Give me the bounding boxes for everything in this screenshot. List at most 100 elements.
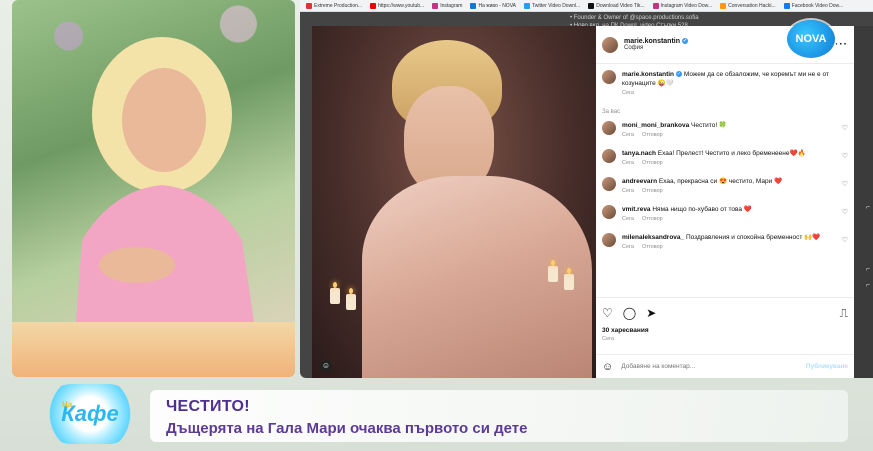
caption-timestamp: Сега bbox=[622, 90, 634, 96]
reply-button[interactable]: Отговор bbox=[642, 132, 663, 138]
comment-item: andreevarn Ехаа, прекрасна си 😍 честито,… bbox=[602, 177, 848, 194]
comment-text: vmit.reva Няма нищо по-хубаво от това ❤️ bbox=[622, 205, 832, 214]
comment-body: Ехаа, прекрасна си 😍 честито, Мари ❤️ bbox=[658, 178, 783, 185]
bookmark-label: На живо - NOVA bbox=[478, 2, 516, 9]
add-comment-bar: ☺ Публикуване bbox=[596, 354, 854, 378]
comment-meta: Сега Отговор bbox=[622, 188, 832, 194]
comment-author[interactable]: milenaleksandrova_ bbox=[622, 234, 684, 241]
candle bbox=[346, 288, 356, 310]
bookmark-item[interactable]: Extreme Production... bbox=[306, 2, 363, 9]
comment-author[interactable]: moni_moni_brankova bbox=[622, 122, 689, 129]
candle bbox=[330, 282, 340, 304]
emoji-icon[interactable]: ☺ bbox=[602, 361, 613, 373]
studio-table bbox=[12, 322, 295, 377]
comment-input[interactable] bbox=[621, 363, 792, 370]
reply-button[interactable]: Отговор bbox=[642, 160, 663, 166]
favicon-icon bbox=[524, 2, 530, 9]
avatar[interactable] bbox=[602, 233, 616, 247]
reply-button[interactable]: Отговор bbox=[642, 216, 663, 222]
comment-body: Честито! 🍀 bbox=[691, 122, 728, 129]
avatar[interactable] bbox=[602, 36, 618, 53]
action-icons: ♡ ◯ ➤ ⎍ bbox=[602, 306, 848, 321]
host-video-panel bbox=[12, 0, 295, 377]
user-tag-icon[interactable]: ☺ bbox=[320, 360, 332, 372]
reply-button[interactable]: Отговор bbox=[642, 244, 663, 250]
reply-button[interactable]: Отговор bbox=[642, 188, 663, 194]
post-photo[interactable]: ☺ bbox=[312, 26, 596, 378]
bookmark-item[interactable]: Instagram bbox=[432, 2, 462, 9]
comment-like-heart-icon[interactable]: ♡ bbox=[842, 124, 848, 132]
bookmarks-bar: Extreme Production... https://www.youtub.… bbox=[300, 0, 873, 12]
share-send-icon[interactable]: ➤ bbox=[646, 306, 656, 321]
comment-item: tanya.nach Ехаа! Прелест! Честито и леко… bbox=[602, 149, 848, 166]
sidebar-icon: ⌐ bbox=[865, 204, 870, 211]
publish-button[interactable]: Публикуване bbox=[806, 363, 848, 370]
bookmark-label: Extreme Production... bbox=[314, 2, 363, 9]
comment-timestamp: Сега bbox=[622, 244, 634, 250]
comment-item: moni_moni_brankova Честито! 🍀 Сега Отговор… bbox=[602, 121, 848, 138]
post-location[interactable]: София bbox=[624, 45, 688, 51]
comment-like-heart-icon[interactable]: ♡ bbox=[842, 152, 848, 160]
avatar[interactable] bbox=[602, 205, 616, 219]
bookmark-label: https://www.youtub... bbox=[378, 2, 425, 9]
bookmark-icon[interactable]: ⎍ bbox=[840, 306, 848, 321]
comment-bubble-icon[interactable]: ◯ bbox=[623, 306, 636, 321]
comment-meta: Сега Отговор bbox=[622, 132, 832, 138]
like-count[interactable]: 30 харесвания bbox=[602, 327, 848, 334]
comment-list: moni_moni_brankova Честито! 🍀 Сега Отговор… bbox=[602, 121, 848, 250]
avatar[interactable] bbox=[602, 70, 616, 84]
post-actions: ♡ ◯ ➤ ⎍ 30 харесвания Сега bbox=[596, 297, 854, 342]
bookmark-item[interactable]: https://www.youtub... bbox=[370, 2, 425, 9]
page-scroll-area: ⌐ ⌐ ⌐ bbox=[854, 26, 873, 378]
sidebar-icon: ⌐ bbox=[865, 282, 870, 289]
comment-like-heart-icon[interactable]: ♡ bbox=[842, 236, 848, 244]
section-label: За вас bbox=[602, 109, 621, 115]
bio-line: • Founder & Owner of @space.productions.… bbox=[570, 15, 699, 21]
bookmark-label: Download Video Tik... bbox=[596, 2, 645, 9]
avatar[interactable] bbox=[602, 121, 616, 135]
post-caption: marie.konstantin ✓ Можем да се обзаложим,… bbox=[602, 70, 848, 96]
comment-body: Ехаа! Прелест! Честито и леко бременеене… bbox=[657, 150, 806, 157]
comment-timestamp: Сега bbox=[622, 216, 634, 222]
bookmark-item[interactable]: Conversation Hacki... bbox=[720, 2, 776, 9]
like-heart-icon[interactable]: ♡ bbox=[602, 306, 613, 321]
browser-window: Extreme Production... https://www.youtub.… bbox=[300, 0, 873, 378]
headline: ЧЕСТИТО! bbox=[166, 398, 250, 415]
caption-text: marie.konstantin ✓ Можем да се обзаложим,… bbox=[622, 70, 848, 88]
comment-meta: Сега Отговор bbox=[622, 160, 832, 166]
comments-section: marie.konstantin ✓ Можем да се обзаложим,… bbox=[596, 64, 854, 250]
comment-author[interactable]: tanya.nach bbox=[622, 150, 656, 157]
comment-like-heart-icon[interactable]: ♡ bbox=[842, 180, 848, 188]
subheadline: Дъщерята на Гала Мари очаква първото си … bbox=[166, 420, 528, 437]
bookmark-item[interactable]: Download Video Tik... bbox=[588, 2, 645, 9]
comment-timestamp: Сега bbox=[622, 160, 634, 166]
favicon-icon bbox=[588, 2, 595, 9]
comment-text: milenaleksandrova_ Поздравления и спокой… bbox=[622, 233, 832, 242]
more-options-icon[interactable]: ··· bbox=[835, 39, 848, 50]
comment-like-heart-icon[interactable]: ♡ bbox=[842, 208, 848, 216]
comment-text: moni_moni_brankova Честито! 🍀 bbox=[622, 121, 832, 130]
bookmark-item[interactable]: Facebook Video Dow... bbox=[783, 2, 844, 9]
favicon-icon bbox=[783, 2, 790, 9]
sidebar-icon: ⌐ bbox=[865, 266, 870, 273]
comment-body: Поздравления и спокойна бременност 🙌❤️ bbox=[685, 234, 821, 241]
bookmark-item[interactable]: Twitter Video Downl... bbox=[524, 2, 580, 9]
favicon-icon bbox=[432, 2, 439, 9]
post-details-panel: marie.konstantin ✓ София ··· marie.konsta… bbox=[596, 26, 854, 378]
show-logo: На Кафе bbox=[42, 384, 138, 444]
bookmark-item[interactable]: На живо - NOVA bbox=[470, 2, 516, 9]
post-author[interactable]: marie.konstantin ✓ bbox=[624, 38, 689, 45]
avatar[interactable] bbox=[602, 177, 616, 191]
favicon-icon bbox=[470, 2, 477, 9]
comment-author[interactable]: vmit.reva bbox=[622, 206, 651, 213]
show-logo-prefix: На bbox=[62, 400, 73, 409]
bookmark-label: Conversation Hacki... bbox=[728, 2, 776, 9]
comment-timestamp: Сега bbox=[622, 188, 634, 194]
comment-author[interactable]: andreevarn bbox=[622, 178, 657, 185]
favicon-icon bbox=[370, 2, 377, 9]
avatar[interactable] bbox=[602, 149, 616, 163]
bookmark-item[interactable]: Instagram Video Dow... bbox=[652, 2, 712, 9]
bookmark-label: Facebook Video Dow... bbox=[791, 2, 844, 9]
post-date: Сега bbox=[602, 336, 614, 342]
caption-author[interactable]: marie.konstantin bbox=[622, 71, 674, 78]
